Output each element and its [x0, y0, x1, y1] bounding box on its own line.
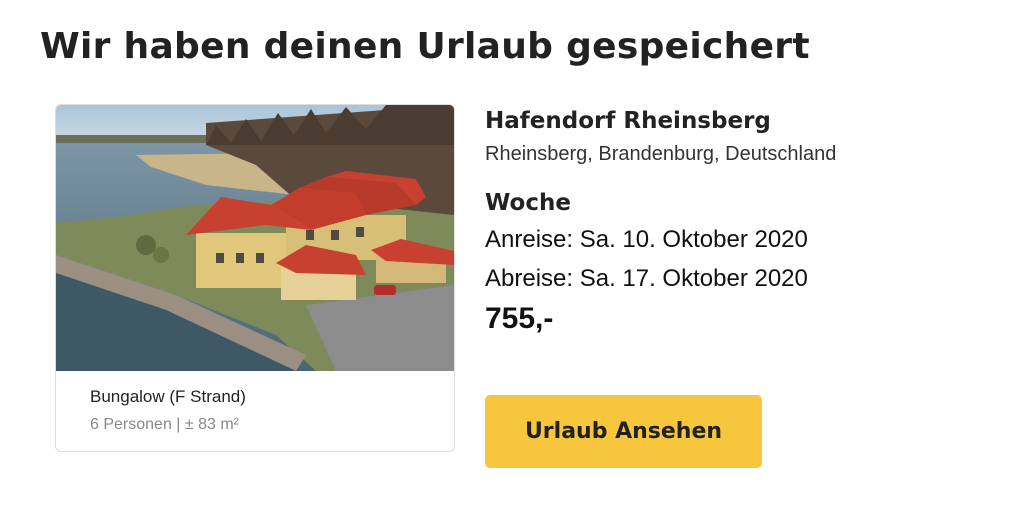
accommodation-card[interactable]: Bungalow (F Strand) 6 Personen | ± 83 m²	[55, 104, 455, 452]
price: 755,-	[485, 302, 554, 335]
arrival-date: Anreise: Sa. 10. Oktober 2020	[485, 226, 808, 253]
accommodation-photo	[56, 105, 454, 371]
view-vacation-button[interactable]: Urlaub Ansehen	[485, 395, 762, 468]
accommodation-name: Bungalow (F Strand)	[90, 387, 246, 406]
park-name: Hafendorf Rheinsberg	[485, 108, 771, 134]
stay-duration: Woche	[485, 190, 571, 216]
accommodation-details: 6 Personen | ± 83 m²	[90, 416, 240, 433]
departure-date: Abreise: Sa. 17. Oktober 2020	[485, 265, 808, 292]
park-location: Rheinsberg, Brandenburg, Deutschland	[485, 143, 837, 165]
page-title: Wir haben deinen Urlaub gespeichert	[40, 26, 810, 67]
